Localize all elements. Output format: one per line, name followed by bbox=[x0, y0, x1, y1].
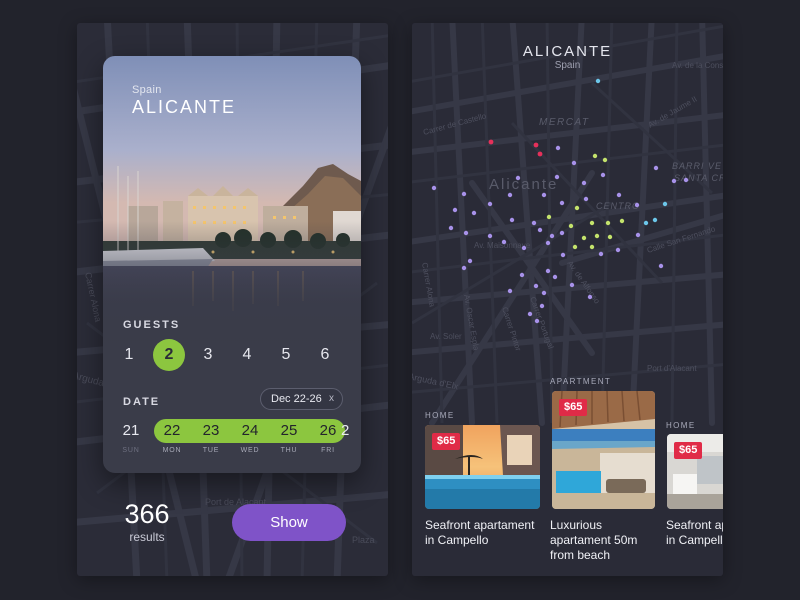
guest-option-4[interactable]: 4 bbox=[231, 339, 263, 371]
day-number: 2 bbox=[341, 422, 350, 439]
show-button[interactable]: Show bbox=[232, 504, 346, 541]
close-icon[interactable]: x bbox=[329, 389, 334, 409]
price-badge: $65 bbox=[432, 433, 461, 450]
map-label: MERCAT bbox=[539, 117, 589, 128]
day-number: 25 bbox=[280, 422, 298, 439]
listing-title[interactable]: Seafront apartament in Campello bbox=[425, 518, 535, 548]
day-cell[interactable]: 2 bbox=[341, 419, 361, 443]
day-number: 21 bbox=[122, 422, 140, 439]
results-label: results bbox=[129, 530, 165, 544]
listing-title[interactable]: Seafront apartament in Campello bbox=[666, 518, 723, 548]
price-badge: $65 bbox=[559, 399, 588, 416]
listing-category: APARTMENT bbox=[550, 377, 612, 386]
listing-card-image[interactable]: $65 bbox=[552, 391, 655, 509]
guest-option-5[interactable]: 5 bbox=[270, 339, 302, 371]
guests-label: GUESTS bbox=[123, 319, 181, 331]
map-label: Port d'Alacant bbox=[647, 364, 697, 373]
price-badge: $65 bbox=[674, 442, 703, 459]
listing-category: HOME bbox=[666, 421, 696, 430]
listing-card-image[interactable]: $65 bbox=[425, 425, 540, 509]
day-of-week: TUE bbox=[202, 447, 220, 454]
search-panel: Carrer Alona Arguda d'Elx Port de Alacan… bbox=[77, 23, 388, 576]
date-strip[interactable]: 21 SUN 22 MON 23 TUE 24 WED 25 THU 26 FR… bbox=[103, 419, 361, 459]
day-number: 24 bbox=[241, 422, 259, 439]
date-range-chip[interactable]: Dec 22-26 x bbox=[260, 388, 343, 410]
search-card: Spain ALICANTE GUESTS 1 2 3 4 5 6 DATE D… bbox=[103, 56, 361, 473]
city-title: ALICANTE bbox=[132, 97, 237, 117]
map-label: Carrer Alona bbox=[83, 271, 103, 323]
listing-card-image[interactable]: $65 bbox=[667, 434, 723, 509]
listing-title-text: Seafront apartament in Campello bbox=[666, 518, 723, 547]
map-label: BARRI VE bbox=[672, 161, 722, 171]
map-label: Plaza bbox=[352, 535, 375, 545]
guest-option-3[interactable]: 3 bbox=[192, 339, 224, 371]
map-label: Alicante bbox=[489, 176, 558, 193]
results-count: 366 bbox=[124, 499, 170, 529]
map-label: Av. Soler bbox=[430, 332, 462, 341]
listing-category: HOME bbox=[425, 411, 455, 420]
map-label: SANTA CRE bbox=[674, 173, 723, 183]
day-of-week: WED bbox=[240, 447, 260, 454]
day-cell[interactable]: 22 MON bbox=[152, 419, 192, 454]
day-number: 23 bbox=[202, 422, 220, 439]
date-label: DATE bbox=[123, 396, 161, 408]
map-panel: MERCAT Alicante CENTRO BARRI VE SANTA CR… bbox=[412, 23, 723, 576]
day-cell[interactable]: 23 TUE bbox=[191, 419, 231, 454]
day-of-week: FRI bbox=[321, 447, 335, 454]
guest-option-6[interactable]: 6 bbox=[309, 339, 341, 371]
map-country-label: Spain bbox=[554, 60, 581, 71]
day-of-week: SUN bbox=[122, 447, 140, 454]
map-city-title: ALICANTE bbox=[522, 43, 613, 60]
day-cell[interactable]: 25 THU bbox=[269, 419, 309, 454]
map-label: CENTRO bbox=[596, 201, 640, 211]
guest-option-2-selected[interactable]: 2 bbox=[153, 339, 185, 371]
listing-title[interactable]: Luxurious apartament 50m from beach bbox=[550, 518, 660, 563]
day-of-week: MON bbox=[162, 447, 182, 454]
day-of-week: THU bbox=[280, 447, 298, 454]
date-range-text: Dec 22-26 bbox=[271, 393, 322, 405]
country-label: Spain bbox=[132, 84, 162, 96]
guests-selector: 1 2 3 4 5 6 bbox=[113, 339, 351, 371]
guest-option-1[interactable]: 1 bbox=[113, 339, 145, 371]
day-cell[interactable]: 21 SUN bbox=[111, 419, 151, 454]
day-number: 22 bbox=[163, 422, 181, 439]
day-cell[interactable]: 24 WED bbox=[230, 419, 270, 454]
